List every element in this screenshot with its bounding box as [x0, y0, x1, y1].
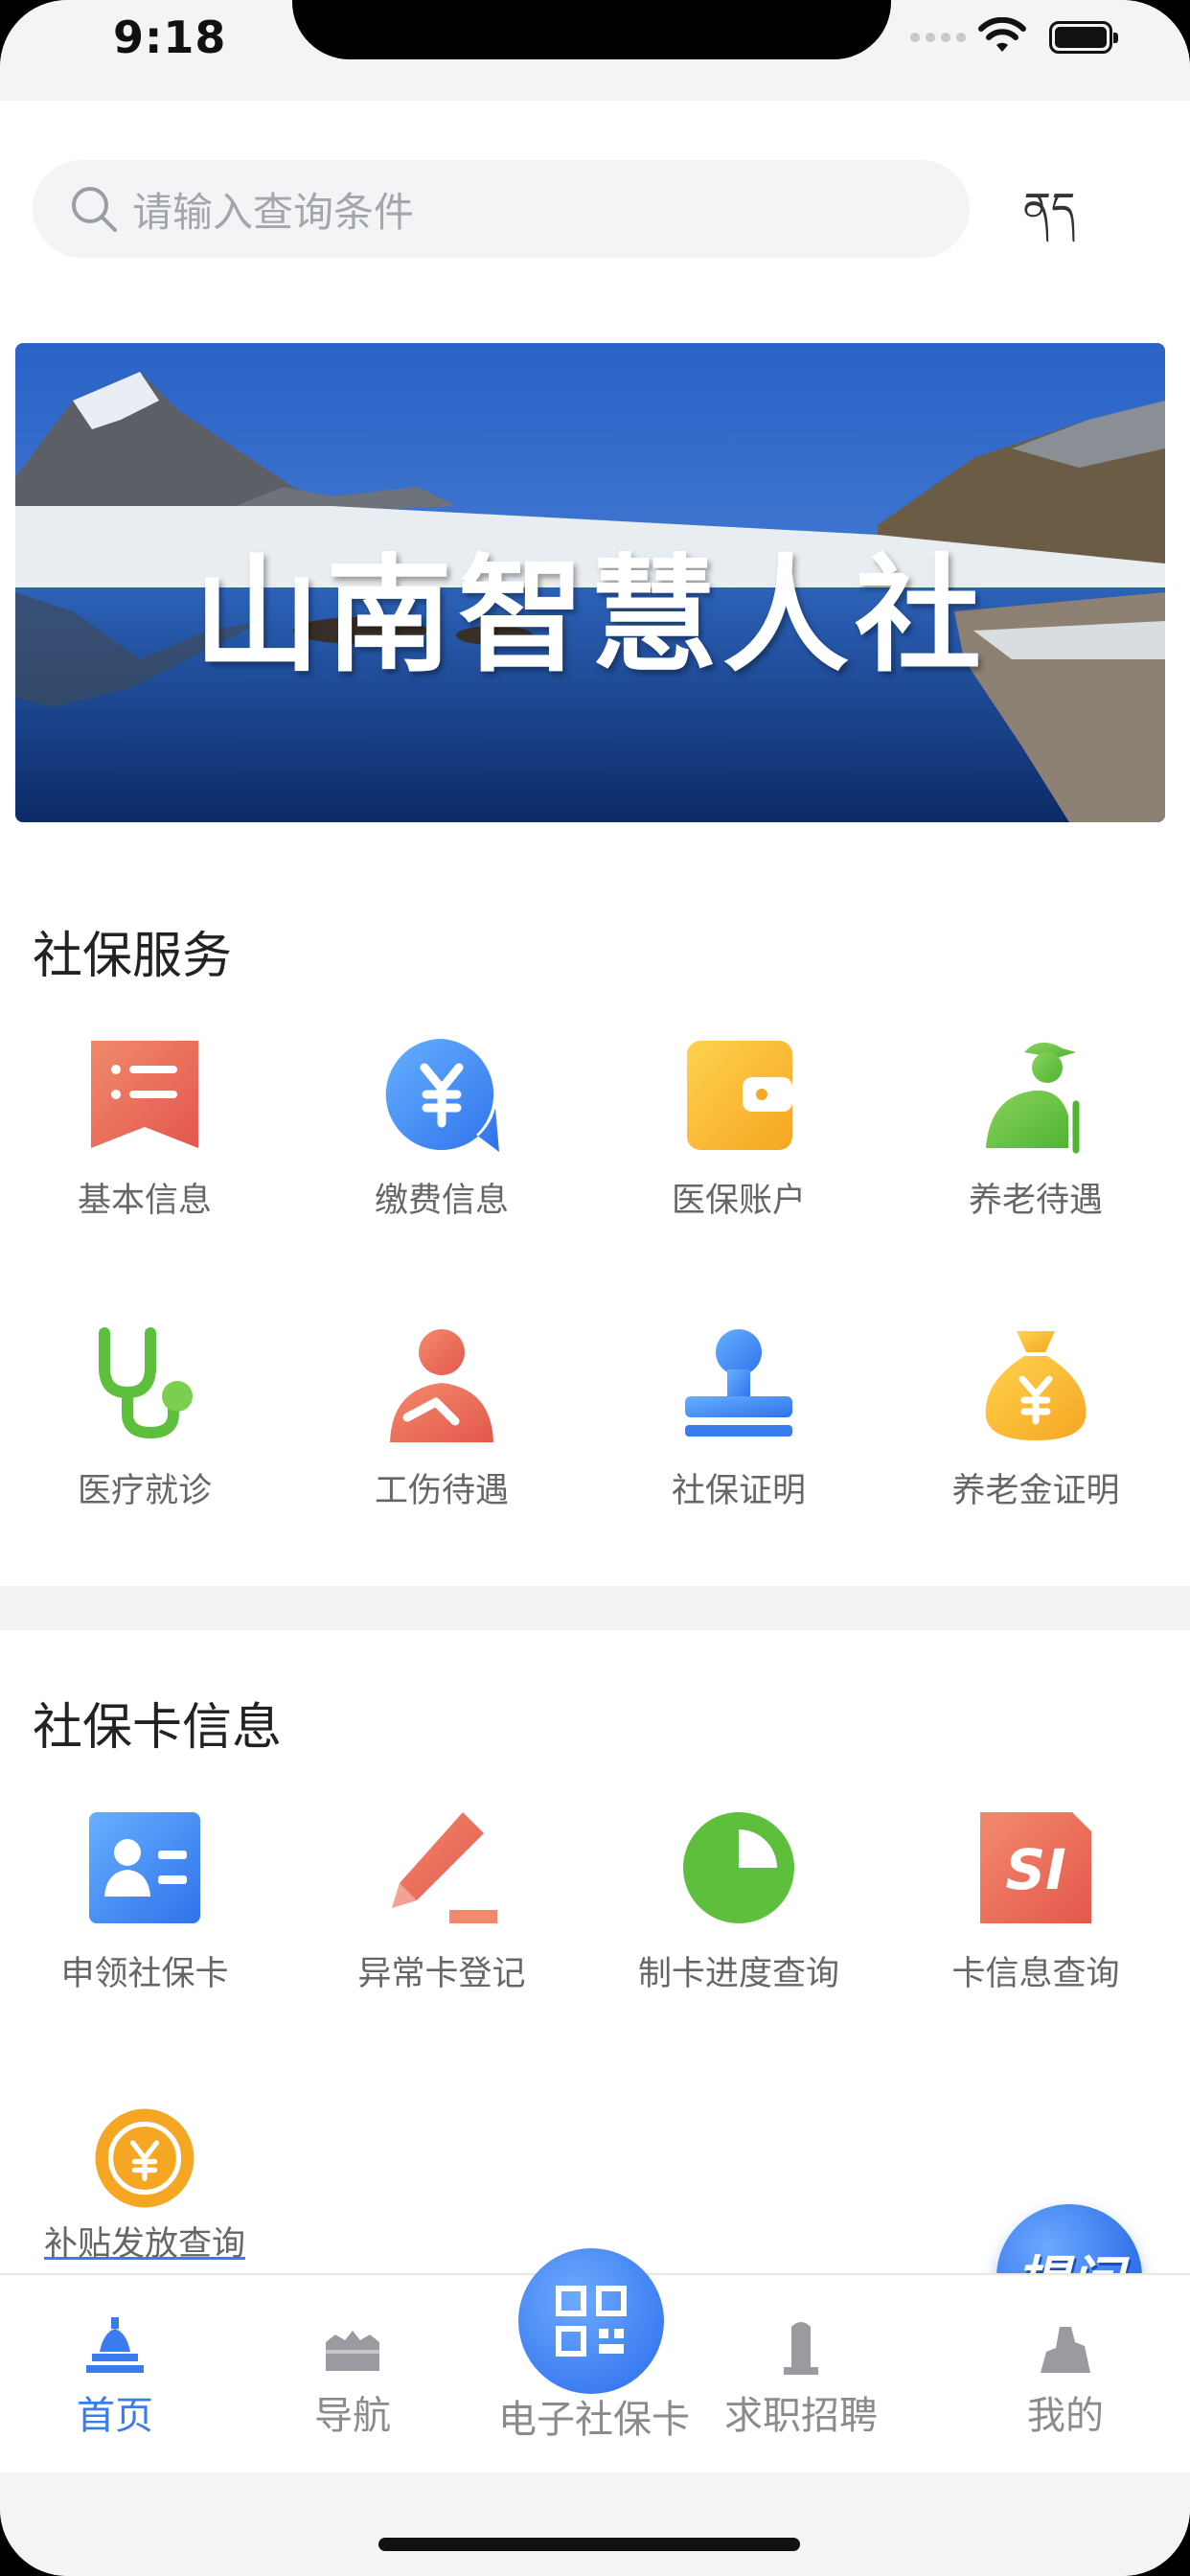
tab-navigation[interactable]: 导航: [257, 2313, 448, 2440]
cellular-signal-icon: [910, 33, 966, 42]
language-toggle-button[interactable]: ནད: [1016, 175, 1083, 242]
money-bag-icon: [985, 1331, 1087, 1440]
card-label: 补贴发放查询: [43, 2225, 245, 2264]
tab-home[interactable]: 首页: [19, 2313, 211, 2440]
service-injury-benefits[interactable]: 工伤待遇: [308, 1325, 576, 1512]
tab-label: 导航: [314, 2394, 391, 2438]
service-label: 基本信息: [77, 1182, 212, 1220]
search-placeholder: 请输入查询条件: [132, 188, 415, 236]
section-divider: [0, 1586, 1190, 1630]
tab-label-e-social-card[interactable]: 电子社保卡: [479, 2388, 709, 2444]
search-icon: [72, 187, 117, 232]
home-stupa-icon: [86, 2317, 144, 2373]
card-apply[interactable]: 申领社保卡: [11, 1808, 279, 1995]
card-info-query[interactable]: SI 卡信息查询: [902, 1808, 1170, 1995]
progress-pie-icon: [683, 1812, 794, 1923]
info-list-icon: [91, 1041, 198, 1148]
service-label: 养老金证明: [951, 1472, 1120, 1510]
status-bar: 9:18: [0, 0, 1190, 101]
service-medical-account[interactable]: 医保账户: [605, 1035, 873, 1222]
si-card-icon: SI: [980, 1812, 1091, 1923]
service-medical-visit[interactable]: 医疗就诊: [11, 1325, 279, 1512]
injured-person-icon: [390, 1329, 493, 1442]
tab-label: 求职招聘: [724, 2394, 878, 2438]
home-indicator-area: [0, 2472, 1190, 2576]
service-label: 医保账户: [671, 1182, 806, 1220]
banner-title: 山南智慧人社: [194, 542, 987, 690]
service-insurance-certificate[interactable]: 社保证明: [605, 1325, 873, 1512]
stethoscope-icon: [99, 1327, 193, 1439]
banner-image[interactable]: 山南智慧人社: [15, 343, 1165, 822]
tab-mine[interactable]: 我的: [970, 2313, 1161, 2440]
card-label: 异常卡登记: [357, 1955, 526, 1993]
monument-icon: [784, 2322, 818, 2375]
card-label: 申领社保卡: [60, 1955, 229, 1993]
potala-icon: [1041, 2327, 1090, 2373]
service-label: 社保证明: [671, 1472, 806, 1510]
card-abnormal-register[interactable]: 异常卡登记: [308, 1808, 576, 1995]
tab-label: 我的: [1027, 2394, 1104, 2438]
service-label: 工伤待遇: [374, 1472, 509, 1510]
card-subsidy-query[interactable]: 补贴发放查询: [11, 2105, 279, 2266]
service-label: 医疗就诊: [77, 1472, 212, 1510]
e-social-card-button[interactable]: [518, 2248, 664, 2394]
elderly-person-icon: [986, 1042, 1080, 1154]
section-title-social-services: 社保服务: [33, 928, 233, 985]
service-pension-certificate[interactable]: 养老金证明: [902, 1325, 1170, 1512]
card-progress-query[interactable]: 制卡进度查询: [605, 1808, 873, 1995]
search-input[interactable]: 请输入查询条件: [33, 160, 970, 258]
notch: [292, 0, 891, 59]
tab-label: 首页: [77, 2394, 153, 2438]
id-card-icon: [89, 1812, 200, 1923]
pen-edit-icon: [392, 1812, 497, 1923]
phone-screen: 9:18 请输入查询条件 ནད 山南智慧人社 社保服务 基本信息 缴费信息 医保…: [0, 0, 1190, 2576]
status-time: 9:18: [113, 12, 227, 63]
card-label: 制卡进度查询: [637, 1955, 839, 1993]
battery-icon: [1049, 21, 1118, 54]
service-basic-info[interactable]: 基本信息: [11, 1035, 279, 1222]
home-indicator[interactable]: [378, 2538, 800, 2551]
main-content: 请输入查询条件 ནད 山南智慧人社 社保服务 基本信息 缴费信息 医保账户 养老…: [0, 101, 1190, 2350]
service-label: 养老待遇: [968, 1182, 1103, 1220]
yuan-coin-icon: [385, 1038, 499, 1152]
qr-code-icon: [556, 2286, 627, 2357]
svg-text:SI: SI: [1005, 1837, 1065, 1902]
card-label: 卡信息查询: [951, 1955, 1120, 1993]
palace-icon: [326, 2331, 379, 2371]
tab-jobs[interactable]: 求职招聘: [705, 2313, 897, 2440]
wifi-icon: [978, 17, 1026, 52]
service-label: 缴费信息: [374, 1182, 509, 1220]
section-title-card-info: 社保卡信息: [33, 1699, 283, 1757]
service-payment-info[interactable]: 缴费信息: [308, 1035, 576, 1222]
wallet-icon: [687, 1041, 792, 1150]
stamp-icon: [685, 1329, 792, 1437]
service-pension-benefits[interactable]: 养老待遇: [902, 1035, 1170, 1222]
subsidy-coin-icon: [95, 2108, 195, 2208]
